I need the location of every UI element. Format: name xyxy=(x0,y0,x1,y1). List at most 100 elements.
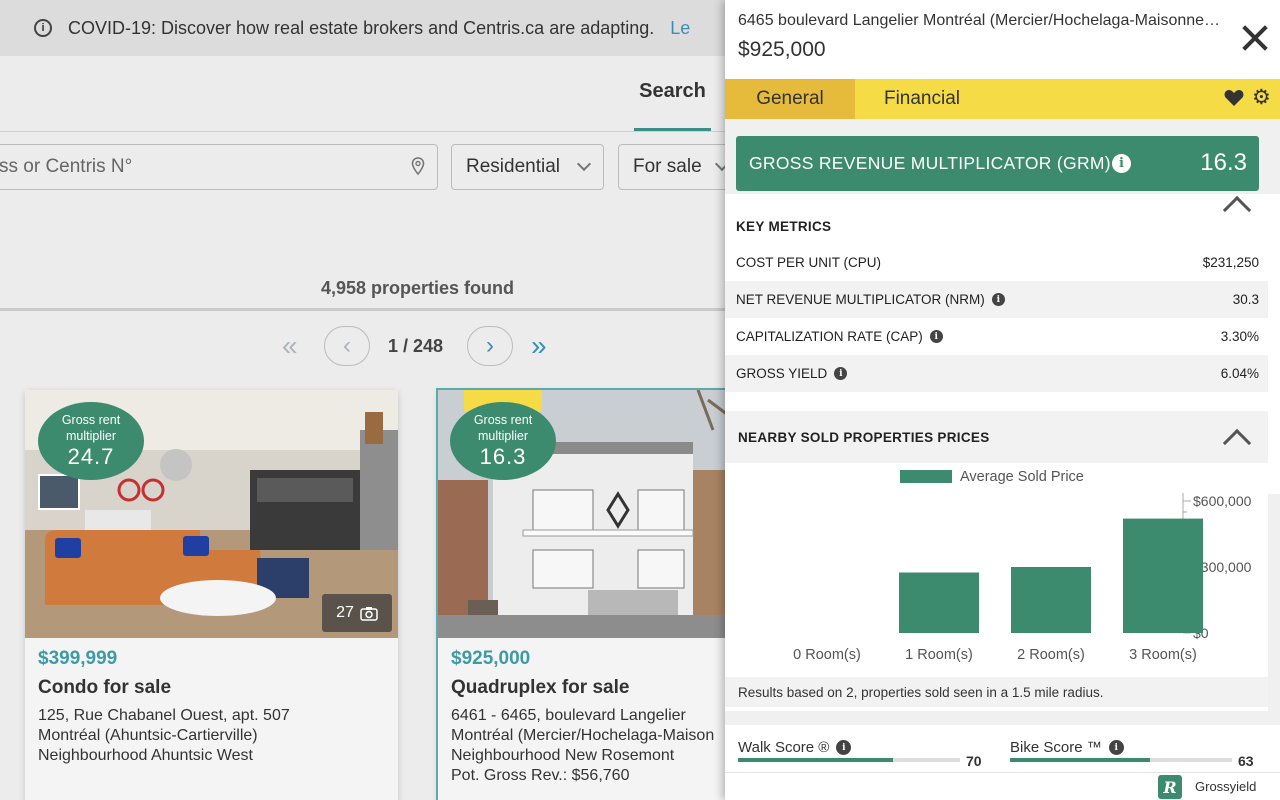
search-input[interactable]: ss or Centris N° xyxy=(0,144,438,190)
tab-financial[interactable]: Financial xyxy=(863,79,981,119)
grossyield-logo: R xyxy=(1158,775,1182,799)
grm-value: 16.3 xyxy=(1200,149,1247,176)
bike-score-bar xyxy=(1010,758,1232,762)
info-icon[interactable]: i xyxy=(1112,154,1131,173)
nearby-sold-chart: Average Sold Price$0$300,000$600,0000 Ro… xyxy=(793,469,1251,663)
page-indicator: 1 / 248 xyxy=(388,336,444,356)
search-input-placeholder: ss or Centris N° xyxy=(0,156,133,177)
x-tick-label: 1 Room(s) xyxy=(905,647,973,663)
grm-badge-label: Gross rent multiplier xyxy=(473,413,533,443)
prev-page-button[interactable]: ‹ xyxy=(324,326,370,366)
address-line: Neighbourhood New Rosemont xyxy=(451,747,675,764)
listing-address: 125, Rue Chabanel Ouest, apt. 507 Montré… xyxy=(38,706,290,766)
panel-price: $925,000 xyxy=(738,38,826,61)
grm-badge-label: Gross rent multiplier xyxy=(61,413,121,443)
grm-label: GROSS REVENUE MULTIPLICATOR (GRM) xyxy=(749,153,1111,173)
metric-label: COST PER UNIT (CPU) xyxy=(736,255,882,270)
panel-address: 6465 boulevard Langelier Montréal (Merci… xyxy=(738,12,1228,29)
photo-count: 27 xyxy=(336,604,354,621)
collapse-icon[interactable] xyxy=(1222,428,1252,458)
metric-row: COST PER UNIT (CPU) $231,250 xyxy=(725,244,1268,281)
info-icon: i xyxy=(34,19,52,37)
bike-score-text: Bike Score ™ xyxy=(1010,739,1102,756)
walk-score-text: Walk Score ® xyxy=(738,739,830,756)
last-page-icon[interactable]: » xyxy=(531,330,547,362)
location-pin-icon xyxy=(411,157,425,175)
gear-icon[interactable]: ⚙ xyxy=(1252,87,1271,109)
x-tick-label: 3 Room(s) xyxy=(1129,647,1197,663)
info-icon[interactable]: i xyxy=(1108,740,1124,755)
info-icon[interactable]: i xyxy=(836,740,852,755)
close-icon[interactable] xyxy=(1241,24,1269,52)
listing-address: 6461 - 6465, boulevard Langelier Montréa… xyxy=(451,706,714,786)
metric-row: CAPITALIZATION RATE (CAP) i 3.30% xyxy=(725,318,1268,355)
metric-row: NET REVENUE MULTIPLICATOR (NRM) i 30.3 xyxy=(725,281,1268,318)
tab-general[interactable]: General xyxy=(725,79,855,119)
walk-score-value: 70 xyxy=(966,753,982,769)
photo-count-button[interactable]: 27 xyxy=(322,594,392,632)
nearby-header: NEARBY SOLD PROPERTIES PRICES xyxy=(725,411,1268,463)
bar xyxy=(1123,518,1203,633)
walk-score-fill xyxy=(738,758,894,762)
grm-badge-value: 24.7 xyxy=(67,444,115,469)
panel-content[interactable]: GROSS REVENUE MULTIPLICATOR (GRM) i 16.3… xyxy=(725,119,1280,772)
bike-score-fill xyxy=(1010,758,1150,762)
legend-label: Average Sold Price xyxy=(960,469,1084,485)
covid-banner-text: COVID-19: Discover how real estate broke… xyxy=(68,17,655,38)
listing-card[interactable]: Gross rent multiplier 24.7 27 $399,999 C… xyxy=(25,390,398,800)
x-tick-label: 2 Room(s) xyxy=(1017,647,1085,663)
bike-score-value: 63 xyxy=(1238,753,1254,769)
covid-learn-more-link[interactable]: Le xyxy=(670,18,690,39)
chevron-down-icon xyxy=(576,156,592,172)
next-page-button[interactable]: › xyxy=(467,326,513,366)
listing-type: Condo for sale xyxy=(38,677,172,698)
bike-score-label: Bike Score ™ i xyxy=(1010,739,1124,756)
first-page-icon[interactable]: « xyxy=(282,330,298,362)
metric-value: 3.30% xyxy=(1220,329,1259,344)
results-count: 4,958 properties found xyxy=(320,278,515,298)
grm-badge: Gross rent multiplier 24.7 xyxy=(38,402,144,480)
heart-icon[interactable] xyxy=(1224,89,1244,107)
metric-label: GROSS YIELD xyxy=(736,366,828,381)
metric-label: CAPITALIZATION RATE (CAP) xyxy=(736,329,923,344)
collapse-icon[interactable] xyxy=(1222,195,1252,225)
grm-badge: Gross rent multiplier 16.3 xyxy=(450,402,556,480)
info-icon[interactable]: i xyxy=(834,367,848,380)
grm-badge-value: 16.3 xyxy=(479,444,527,469)
listing-type: Quadruplex for sale xyxy=(451,677,630,698)
nearby-title: NEARBY SOLD PROPERTIES PRICES xyxy=(738,430,990,445)
metric-row: GROSS YIELD i 6.04% xyxy=(725,355,1268,392)
transaction-dropdown-value: For sale xyxy=(633,156,702,177)
listing-price: $399,999 xyxy=(38,648,118,669)
tab-search[interactable]: Search xyxy=(634,80,711,103)
metric-label: NET REVENUE MULTIPLICATOR (NRM) xyxy=(736,292,985,307)
metric-value: $231,250 xyxy=(1202,255,1259,270)
search-tabs: Search xyxy=(0,56,725,132)
listing-photo[interactable]: Gross rent multiplier 24.7 27 xyxy=(25,390,398,638)
info-icon[interactable]: i xyxy=(991,293,1005,306)
brand-name: Grossyield xyxy=(1195,779,1257,794)
scores-section: Walk Score ® i 70 Bike Score ™ i 63 xyxy=(725,725,1280,772)
potential-gross-revenue: Pot. Gross Rev.: $56,760 xyxy=(451,767,630,784)
category-dropdown-value: Residential xyxy=(466,156,560,177)
listing-price: $925,000 xyxy=(451,648,531,669)
nearby-sold-section: NEARBY SOLD PROPERTIES PRICES Average So… xyxy=(725,411,1268,711)
address-line: Montréal (Mercier/Hochelaga-Maison xyxy=(451,727,715,744)
info-icon[interactable]: i xyxy=(929,330,943,343)
bar xyxy=(899,572,979,633)
walk-score-label: Walk Score ® i xyxy=(738,739,852,756)
listing-card[interactable]: Gross rent multiplier 16.3 $925,000 Quad… xyxy=(438,390,738,800)
grossyield-panel: 6465 boulevard Langelier Montréal (Merci… xyxy=(725,0,1280,800)
panel-footer: R Grossyield xyxy=(725,772,1280,800)
metric-value: 6.04% xyxy=(1220,366,1259,381)
address-line: 125, Rue Chabanel Ouest, apt. 507 xyxy=(38,707,290,724)
listing-photo[interactable]: Gross rent multiplier 16.3 xyxy=(438,390,738,638)
category-dropdown[interactable]: Residential xyxy=(451,144,604,190)
walk-score-bar xyxy=(738,758,960,762)
legend-swatch xyxy=(900,470,952,483)
grm-summary: GROSS REVENUE MULTIPLICATOR (GRM) i 16.3 xyxy=(736,136,1259,191)
bar xyxy=(1011,567,1091,633)
camera-icon xyxy=(360,606,378,621)
address-line: 6461 - 6465, boulevard Langelier xyxy=(451,707,686,724)
address-line: Neighbourhood Ahuntsic West xyxy=(38,747,253,764)
